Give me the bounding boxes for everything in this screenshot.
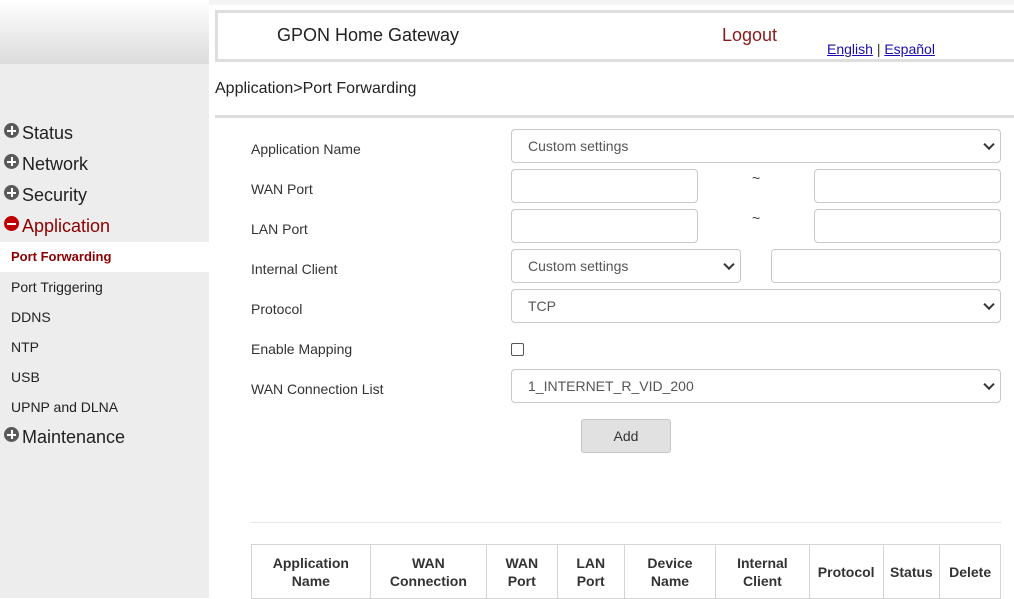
divider bbox=[251, 522, 1001, 523]
internal-client-select[interactable]: Custom settings bbox=[511, 249, 741, 283]
col-wan-port: WAN Port bbox=[486, 544, 558, 599]
logout-link[interactable]: Logout bbox=[722, 25, 777, 46]
chevron-down-icon bbox=[723, 258, 735, 271]
col-wan-connection: WAN Connection bbox=[369, 544, 488, 599]
select-value: TCP bbox=[528, 298, 556, 314]
submenu-item-port-triggering[interactable]: Port Triggering bbox=[0, 272, 209, 302]
submenu-item-upnp-dlna[interactable]: UPNP and DLNA bbox=[0, 392, 209, 422]
left-sidebar: Status Network Security Application Port… bbox=[0, 0, 209, 598]
logo-area bbox=[0, 0, 209, 64]
enable-mapping-checkbox[interactable] bbox=[511, 343, 524, 356]
language-switcher: English | Español bbox=[827, 41, 935, 57]
add-button[interactable]: Add bbox=[581, 419, 671, 453]
application-name-select[interactable]: Custom settings bbox=[511, 129, 1001, 163]
expand-plus-icon bbox=[4, 185, 19, 200]
wan-port-start-input[interactable] bbox=[511, 169, 698, 203]
col-application-name: Application Name bbox=[251, 544, 371, 599]
expand-plus-icon bbox=[4, 123, 19, 138]
gateway-title: GPON Home Gateway bbox=[277, 25, 460, 45]
breadcrumb: Application>Port Forwarding bbox=[215, 80, 417, 97]
port-forwarding-table: Application Name WAN Connection WAN Port LA… bbox=[251, 544, 1001, 599]
col-status: Status bbox=[882, 544, 941, 599]
submenu-item-port-forwarding[interactable]: Port Forwarding bbox=[0, 242, 209, 272]
submenu-item-ddns[interactable]: DDNS bbox=[0, 302, 209, 332]
select-value: 1_INTERNET_R_VID_200 bbox=[528, 378, 694, 394]
wan-connection-list-label: WAN Connection List bbox=[251, 381, 384, 397]
chevron-down-icon bbox=[983, 298, 995, 311]
range-separator: ~ bbox=[752, 170, 761, 186]
lang-separator: | bbox=[876, 41, 881, 57]
protocol-label: Protocol bbox=[251, 301, 303, 317]
menu-item-label: Application bbox=[22, 216, 111, 236]
chevron-down-icon bbox=[983, 138, 995, 151]
submenu-item-usb[interactable]: USB bbox=[0, 362, 209, 392]
table-header-row: Application Name WAN Connection WAN Port LA… bbox=[251, 544, 1001, 599]
wan-port-label: WAN Port bbox=[251, 181, 313, 197]
menu-item-security[interactable]: Security bbox=[0, 180, 209, 211]
internal-client-ip-input[interactable] bbox=[771, 249, 1001, 283]
lan-port-label: LAN Port bbox=[251, 221, 308, 237]
expand-plus-icon bbox=[4, 427, 19, 442]
menu-item-label: Maintenance bbox=[22, 427, 126, 447]
divider bbox=[215, 115, 1014, 118]
lang-espanol-link[interactable]: Español bbox=[884, 41, 935, 57]
submenu-item-ntp[interactable]: NTP bbox=[0, 332, 209, 362]
range-separator: ~ bbox=[752, 210, 761, 226]
chevron-down-icon bbox=[983, 378, 995, 391]
menu-item-label: Network bbox=[22, 154, 89, 174]
top-strip bbox=[209, 0, 1014, 5]
lang-english-link[interactable]: English bbox=[827, 41, 873, 57]
collapse-minus-icon bbox=[4, 216, 19, 231]
wan-connection-select[interactable]: 1_INTERNET_R_VID_200 bbox=[511, 369, 1001, 403]
enable-mapping-label: Enable Mapping bbox=[251, 341, 353, 357]
menu-item-network[interactable]: Network bbox=[0, 149, 209, 180]
menu-item-label: Status bbox=[22, 123, 74, 143]
lan-port-end-input[interactable] bbox=[814, 209, 1001, 243]
wan-port-end-input[interactable] bbox=[814, 169, 1001, 203]
lan-port-start-input[interactable] bbox=[511, 209, 698, 243]
internal-client-label: Internal Client bbox=[251, 261, 338, 277]
menu-item-maintenance[interactable]: Maintenance bbox=[0, 422, 209, 453]
col-internal-client: Internal Client bbox=[715, 544, 810, 599]
protocol-select[interactable]: TCP bbox=[511, 289, 1001, 323]
select-value: Custom settings bbox=[528, 258, 629, 274]
application-name-label: Application Name bbox=[251, 141, 361, 157]
expand-plus-icon bbox=[4, 154, 19, 169]
menu-item-status[interactable]: Status bbox=[0, 118, 209, 149]
col-lan-port: LAN Port bbox=[556, 544, 625, 599]
menu-item-label: Security bbox=[22, 185, 88, 205]
menu-item-application[interactable]: Application bbox=[0, 211, 209, 242]
col-delete: Delete bbox=[939, 544, 1001, 599]
col-device-name: Device Name bbox=[623, 544, 717, 599]
main-menu: Status Network Security Application Port… bbox=[0, 118, 209, 453]
col-protocol: Protocol bbox=[808, 544, 884, 599]
select-value: Custom settings bbox=[528, 138, 629, 154]
